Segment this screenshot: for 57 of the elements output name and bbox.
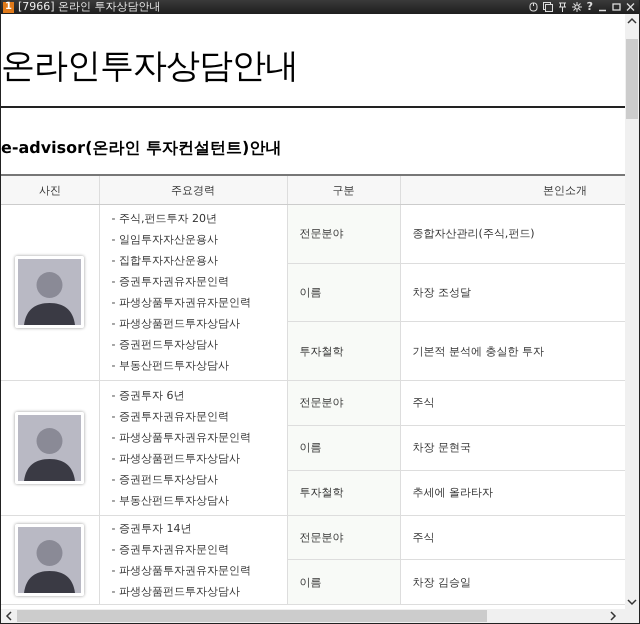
detail-label: 전문분야 [300, 227, 344, 240]
career-item: - 파생상품투자권유자문인력 [112, 430, 252, 446]
career-item: - 증권펀드투자상담사 [112, 337, 219, 354]
detail-value: 주식 [412, 396, 434, 410]
detail-label: 전문분야 [300, 531, 344, 544]
career-item: - 집합투자자산운용사 [112, 253, 219, 270]
settings-icon[interactable] [572, 2, 582, 12]
scroll-thumb[interactable] [17, 610, 487, 622]
career-item: - 파생상품펀드투자상담사 [112, 584, 241, 600]
detail-label: 전문분야 [300, 396, 344, 410]
career-item: - 주식,펀드투자 20년 [112, 211, 218, 228]
maximize-icon[interactable] [612, 2, 621, 12]
career-item: - 파생상품투자권유자문인력 [112, 295, 252, 312]
detail-label: 이름 [300, 441, 322, 454]
detail-value: 기본적 분석에 충실한 투자 [412, 344, 544, 358]
detail-label: 이름 [300, 576, 322, 589]
scroll-down-icon[interactable] [627, 598, 637, 606]
window-number-badge: 1 [3, 2, 14, 12]
scroll-right-icon[interactable] [609, 611, 617, 621]
detail-value: 주식 [412, 531, 434, 544]
column-header: 본인소개 [400, 175, 625, 204]
detail-label: 투자철학 [300, 486, 344, 500]
career-item: - 일임투자자산운용사 [112, 232, 219, 248]
career-item: - 증권투자권유자문인력 [112, 274, 230, 290]
career-item: - 증권투자권유자문인력 [112, 408, 230, 425]
career-item: - 파생상품투자권유자문인력 [112, 562, 252, 579]
close-icon[interactable] [626, 2, 635, 12]
scroll-up-icon[interactable] [627, 17, 637, 25]
scroll-left-icon[interactable] [5, 611, 13, 621]
career-item: - 증권투자 6년 [112, 388, 186, 404]
page-title: 온라인투자상담안내 [1, 45, 299, 88]
career-item: - 파생상품펀드투자상담사 [112, 316, 241, 332]
career-item: - 파생상품펀드투자상담사 [112, 450, 241, 467]
window-icon[interactable] [542, 2, 553, 12]
section-title: e-advisor(온라인 투자컨설턴트)안내 [1, 137, 282, 159]
column-header: 사진 [1, 175, 99, 204]
window-title: [7966] 온라인 투자상담안내 [18, 0, 161, 14]
column-header: 주요경력 [99, 175, 287, 204]
career-item: - 증권투자 14년 [112, 520, 192, 537]
detail-value: 차장 김승일 [412, 576, 471, 589]
vertical-scrollbar[interactable] [625, 14, 639, 609]
detail-value: 종합자산관리(주식,펀드) [412, 227, 535, 240]
scroll-thumb[interactable] [626, 39, 638, 119]
pin-icon[interactable] [558, 2, 567, 12]
detail-label: 투자철학 [300, 344, 344, 358]
career-item: - 증권투자권유자문인력 [112, 542, 230, 558]
detail-value: 추세에 올라타자 [412, 486, 493, 500]
column-header: 구분 [287, 175, 400, 204]
detail-label: 이름 [300, 286, 322, 299]
career-item: - 부동산펀드투자상담사 [112, 492, 230, 509]
career-item: - 증권펀드투자상담사 [112, 472, 219, 488]
horizontal-scrollbar[interactable] [1, 609, 639, 623]
detail-value: 차장 조성달 [412, 286, 471, 299]
detail-value: 차장 문현국 [412, 441, 471, 454]
career-item: - 부동산펀드투자상담사 [112, 358, 230, 374]
help-button[interactable]: ? [586, 1, 593, 13]
mouse-icon[interactable] [528, 2, 538, 12]
